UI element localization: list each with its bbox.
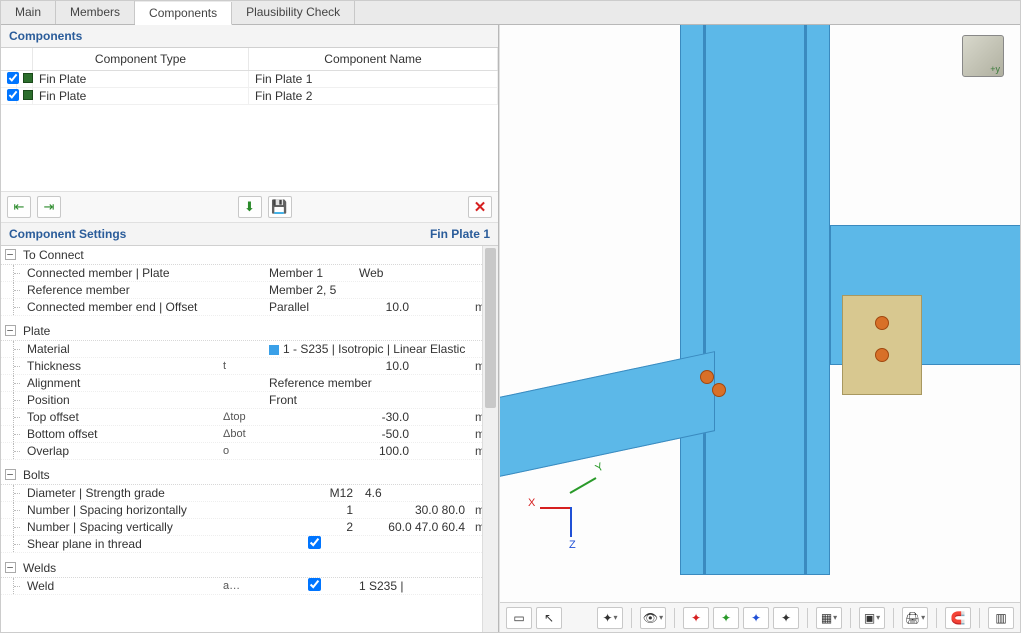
move-out-button[interactable]: ⇥ <box>37 196 61 218</box>
prop-shear-plane[interactable]: Shear plane in thread <box>1 536 498 553</box>
bolt-icon <box>875 316 889 330</box>
settings-current: Fin Plate 1 <box>430 227 490 241</box>
collapse-icon[interactable]: − <box>5 249 16 260</box>
column-beam <box>680 25 830 575</box>
axis-x-icon <box>540 507 570 509</box>
prop-reference-member[interactable]: Reference member Member 2, 5 <box>1 282 498 299</box>
table-row[interactable]: Fin Plate Fin Plate 1 <box>1 71 498 88</box>
table-row[interactable]: Fin Plate Fin Plate 2 <box>1 88 498 105</box>
prop-weld[interactable]: Weld a… 1 S235 | <box>1 578 498 595</box>
right-panel: ▭ ↖ ✦ 👁 ✦ ✦ ✦ ✦ ▦ ▣ 🖨 🧲 ▥ <box>499 25 1020 632</box>
collapse-icon[interactable]: − <box>5 562 16 573</box>
col-component-name[interactable]: Component Name <box>249 48 498 70</box>
bolt-icon <box>875 348 889 362</box>
axis-y-icon <box>570 477 597 494</box>
layout-button[interactable]: ▥ <box>988 607 1014 629</box>
prop-alignment[interactable]: Alignment Reference member <box>1 375 498 392</box>
row-name: Fin Plate 1 <box>249 71 498 87</box>
component-icon <box>17 71 33 87</box>
section-to-connect[interactable]: − To Connect <box>1 246 498 265</box>
material-color-icon <box>269 345 279 355</box>
section-bolts[interactable]: − Bolts <box>1 466 498 485</box>
view-z-button[interactable]: ✦ <box>743 607 769 629</box>
view-cube[interactable] <box>962 35 1004 77</box>
tab-components[interactable]: Components <box>135 2 232 25</box>
components-header: Components <box>1 25 498 48</box>
section-welds[interactable]: − Welds <box>1 559 498 578</box>
import-button[interactable]: ⬇ <box>238 196 262 218</box>
prop-thickness[interactable]: Thickness t 10.0 mm <box>1 358 498 375</box>
tab-main[interactable]: Main <box>1 1 56 24</box>
row-name: Fin Plate 2 <box>249 88 498 104</box>
weld-checkbox[interactable] <box>308 578 321 591</box>
components-table-body: Fin Plate Fin Plate 1 Fin Plate Fin Plat… <box>1 71 498 191</box>
viewport-3d[interactable] <box>500 25 1020 602</box>
prop-num-spacing-h[interactable]: Number | Spacing horizontally 1 30.0 80.… <box>1 502 498 519</box>
wireframe-button[interactable]: ▣ <box>859 607 885 629</box>
row-type: Fin Plate <box>33 88 249 104</box>
col-component-type[interactable]: Component Type <box>33 48 249 70</box>
magnet-snap-button[interactable]: 🧲 <box>945 607 971 629</box>
render-mode-button[interactable]: ▦ <box>816 607 842 629</box>
axis-triad <box>540 472 610 542</box>
tab-plausibility[interactable]: Plausibility Check <box>232 1 355 24</box>
prop-bottom-offset[interactable]: Bottom offset Δbot -50.0 mm <box>1 426 498 443</box>
view-iso-button[interactable]: ✦ <box>773 607 799 629</box>
axis-z-icon <box>570 507 572 537</box>
prop-position[interactable]: Position Front <box>1 392 498 409</box>
view-y-button[interactable]: ✦ <box>713 607 739 629</box>
viewport-toolbar: ▭ ↖ ✦ 👁 ✦ ✦ ✦ ✦ ▦ ▣ 🖨 🧲 ▥ <box>500 602 1020 632</box>
settings-title: Component Settings <box>9 227 126 241</box>
select-mode-button[interactable]: ▭ <box>506 607 532 629</box>
settings-scrollbar[interactable] <box>482 246 498 632</box>
view-x-button[interactable]: ✦ <box>683 607 709 629</box>
prop-connected-member-plate[interactable]: Connected member | Plate Member 1 Web <box>1 265 498 282</box>
print-button[interactable]: 🖨 <box>902 607 928 629</box>
prop-material[interactable]: Material 1 - S235 | Isotropic | Linear E… <box>1 341 498 358</box>
section-plate[interactable]: − Plate <box>1 322 498 341</box>
prop-top-offset[interactable]: Top offset Δtop -30.0 mm <box>1 409 498 426</box>
collapse-icon[interactable]: − <box>5 469 16 480</box>
save-button[interactable]: 💾 <box>268 196 292 218</box>
collapse-icon[interactable]: − <box>5 325 16 336</box>
tab-bar: Main Members Components Plausibility Che… <box>1 1 1020 25</box>
pick-button[interactable]: ↖ <box>536 607 562 629</box>
delete-button[interactable]: ✕ <box>468 196 492 218</box>
bolt-icon <box>700 370 714 384</box>
prop-overlap[interactable]: Overlap o 100.0 mm <box>1 443 498 460</box>
left-panel: Components Component Type Component Name… <box>1 25 499 632</box>
move-in-button[interactable]: ⇤ <box>7 196 31 218</box>
prop-num-spacing-v[interactable]: Number | Spacing vertically 2 60.0 47.0 … <box>1 519 498 536</box>
settings-body: − To Connect Connected member | Plate Me… <box>1 246 498 632</box>
bolt-icon <box>712 383 726 397</box>
prop-diameter-grade[interactable]: Diameter | Strength grade M12 4.6 <box>1 485 498 502</box>
components-table-header: Component Type Component Name <box>1 48 498 71</box>
fin-plate-render <box>842 295 922 395</box>
components-toolbar: ⇤ ⇥ ⬇ 💾 ✕ <box>1 191 498 223</box>
axes-button[interactable]: ✦ <box>597 607 623 629</box>
eye-view-button[interactable]: 👁 <box>640 607 666 629</box>
shear-plane-checkbox[interactable] <box>308 536 321 549</box>
prop-connected-end-offset[interactable]: Connected member end | Offset Parallel 1… <box>1 299 498 316</box>
tab-members[interactable]: Members <box>56 1 135 24</box>
row-type: Fin Plate <box>33 71 249 87</box>
component-icon <box>17 88 33 104</box>
settings-header: Component Settings Fin Plate 1 <box>1 223 498 246</box>
